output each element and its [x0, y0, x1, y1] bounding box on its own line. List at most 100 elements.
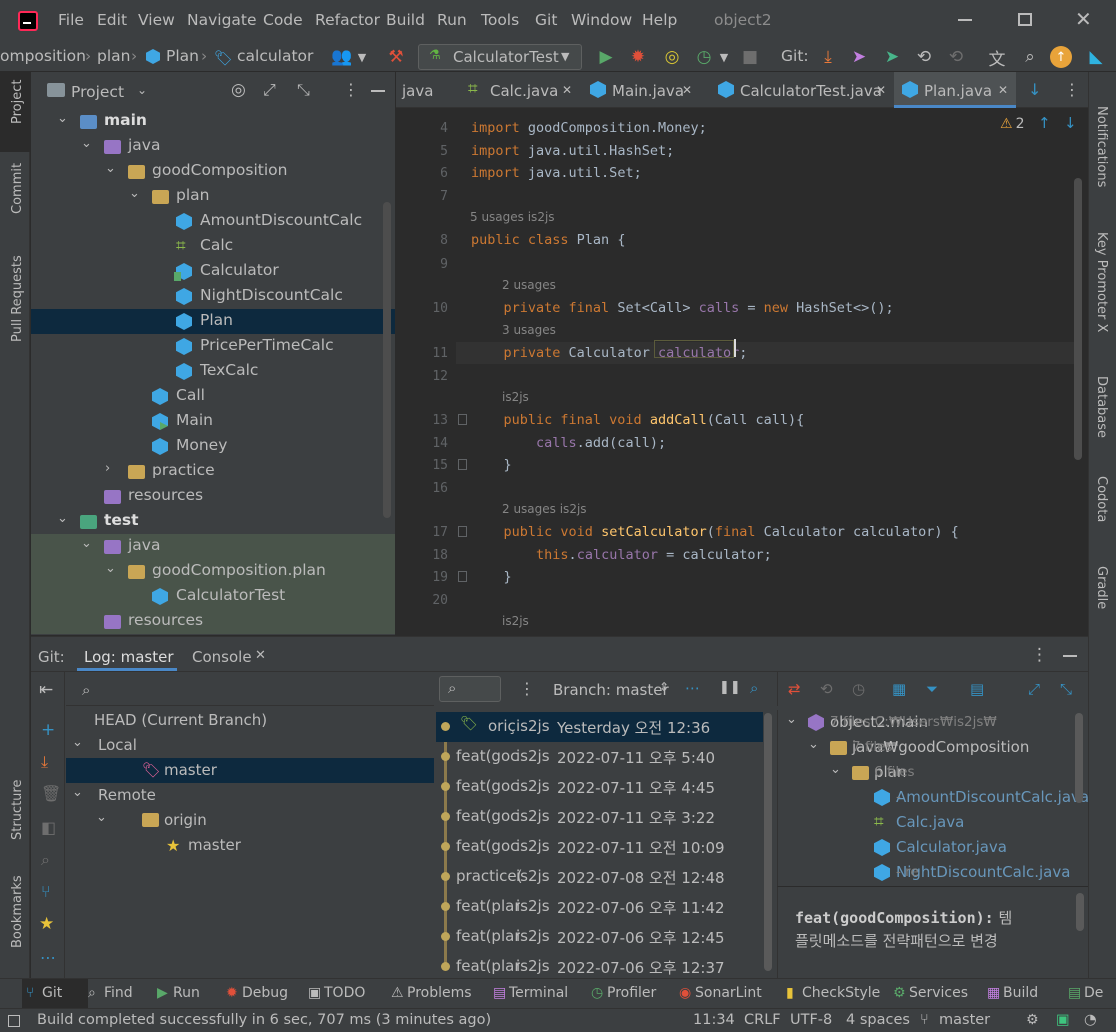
commit-row[interactable]: feat(goc is2js 2022-07-11 오전 10:09	[436, 832, 763, 862]
tree-item-practice[interactable]: › practice	[31, 459, 395, 484]
compare-icon[interactable]: ⇄	[788, 680, 801, 698]
menu-refactor[interactable]: Refactor	[315, 11, 380, 29]
code-editor[interactable]: 4 import goodComposition.Money; 5 import ja…	[396, 72, 1088, 635]
chevron-down-icon[interactable]: ⌄	[57, 511, 68, 526]
fetch-icon[interactable]: ⤓	[41, 752, 48, 772]
update-available-icon[interactable]: ↑	[1050, 46, 1072, 68]
inlay-hint[interactable]: 3 usages	[502, 323, 556, 337]
tab-log-master[interactable]: Log: master	[84, 648, 174, 666]
tab-calculatortest-java[interactable]: CalculatorTest.java ✕	[710, 72, 894, 108]
branch-filter[interactable]: Branch: master	[553, 681, 669, 699]
chevron-down-icon[interactable]: ⌄	[808, 737, 819, 752]
collapse-all-icon[interactable]: ⤡	[1060, 680, 1072, 698]
menu-help[interactable]: Help	[642, 11, 677, 29]
key-promoter-tool-label[interactable]: Key Promoter X	[1094, 232, 1109, 332]
code-line[interactable]: import goodComposition.Money;	[471, 120, 707, 136]
tree-item-test[interactable]: ⌄ test	[31, 509, 395, 534]
favorite-star-icon[interactable]: ★	[39, 914, 54, 934]
fold-icon[interactable]	[458, 571, 467, 582]
current-branch[interactable]: master	[939, 1012, 990, 1028]
search-icon[interactable]: ⌕	[82, 681, 90, 699]
tab-calc-java[interactable]: ⌗ Calc.java ✕	[460, 72, 580, 108]
breadcrumb-package[interactable]: omposition	[0, 47, 86, 65]
notifications-tool-label[interactable]: Notifications	[1094, 106, 1109, 187]
menu-code[interactable]: Code	[263, 11, 303, 29]
locate-icon[interactable]: ◎	[231, 80, 246, 100]
branch-item-master[interactable]: 🏷 master	[66, 758, 434, 783]
code-line[interactable]: import java.util.Set;	[471, 165, 642, 181]
file-encoding[interactable]: UTF-8	[790, 1012, 832, 1028]
inlay-hint[interactable]: 2 usages is2js	[502, 502, 587, 516]
options-icon[interactable]: ⋮	[519, 679, 535, 698]
breadcrumb-class[interactable]: Plan	[166, 47, 199, 65]
rollback-icon[interactable]: ⟲	[944, 45, 968, 69]
more-filters-icon[interactable]: ⋯	[685, 679, 700, 697]
menu-navigate[interactable]: Navigate	[187, 11, 257, 29]
changes-scrollbar[interactable]	[1075, 713, 1083, 803]
branch-item-local[interactable]: ⌄ Local	[66, 733, 434, 758]
expand-all-icon[interactable]: ⤢	[263, 80, 276, 100]
commit-row[interactable]: feat(plar is2js 2022-07-06 오후 11:42	[436, 892, 763, 922]
chevron-updown-icon[interactable]: ⇕	[659, 680, 669, 694]
coverage-icon[interactable]: ◎	[660, 45, 684, 69]
tree-item-plan[interactable]: Plan	[31, 309, 395, 334]
commit-row[interactable]: 🏷 oriç is2js Yesterday 오전 12:36	[436, 712, 763, 742]
intellij-logo-icon[interactable]	[18, 11, 38, 31]
fold-icon[interactable]	[458, 459, 467, 470]
bookmarks-tool-label[interactable]: Bookmarks	[10, 875, 25, 948]
menu-git[interactable]: Git	[535, 11, 557, 29]
chevron-down-icon[interactable]: ⌄	[105, 561, 116, 576]
close-icon[interactable]: ✕	[255, 648, 266, 663]
menu-file[interactable]: File	[58, 11, 84, 29]
notification-icon[interactable]: ◔	[1084, 1012, 1097, 1028]
commit-row[interactable]: feat(goc is2js 2022-07-11 오후 3:22	[436, 802, 763, 832]
branch-item-master[interactable]: ★ master	[66, 833, 434, 858]
chevron-down-icon[interactable]: ⌄	[137, 83, 147, 97]
changed-item[interactable]: AmountDiscountCalc.java -	[778, 785, 1088, 810]
tabs-dropdown-icon[interactable]: ↓	[1028, 80, 1041, 99]
chevron-down-icon[interactable]: ⌄	[786, 712, 797, 727]
tree-item-texcalc[interactable]: TexCalc	[31, 359, 395, 384]
menu-window[interactable]: Window	[571, 11, 632, 29]
run-config-selector[interactable]: ⚗ CalculatorTest ▼	[418, 44, 582, 70]
menu-tools[interactable]: Tools	[481, 11, 519, 29]
fold-icon[interactable]	[458, 414, 467, 425]
breadcrumb-field[interactable]: calculator	[237, 47, 313, 65]
code-line[interactable]: public final void addCall(Call call){	[471, 412, 805, 428]
bottom-tool-git[interactable]: ⑂ Git	[22, 979, 88, 1009]
tree-item-calculatortest[interactable]: CalculatorTest	[31, 584, 395, 609]
tree-item-resources[interactable]: resources	[31, 609, 395, 634]
chevron-down-icon[interactable]: ▼	[350, 45, 374, 69]
collapse-all-icon[interactable]: ⤡	[297, 80, 310, 100]
menu-run[interactable]: Run	[437, 11, 467, 29]
tree-item-java[interactable]: ⌄ java	[31, 534, 395, 559]
tree-item-goodcomposition-plan[interactable]: ⌄ goodComposition.plan	[31, 559, 395, 584]
code-area[interactable]: 4 import goodComposition.Money; 5 import ja…	[396, 108, 1088, 635]
tree-item-goodcomposition[interactable]: ⌄ goodComposition	[31, 159, 395, 184]
status-message[interactable]: Build completed successfully in 6 sec, 7…	[37, 1012, 491, 1028]
branch-item-remote[interactable]: ⌄ Remote	[66, 783, 434, 808]
code-line[interactable]: this.calculator = calculator;	[471, 547, 772, 563]
menu-view[interactable]: View	[138, 11, 175, 29]
close-icon[interactable]: ✕	[682, 83, 692, 97]
project-tree-scrollbar[interactable]	[383, 202, 391, 518]
branch-icon[interactable]: ⑂	[41, 882, 51, 901]
hide-panel-icon[interactable]	[1063, 655, 1077, 657]
build-hammer-icon[interactable]: ⚒	[384, 45, 408, 69]
new-branch-icon[interactable]: +	[41, 720, 55, 740]
revert-icon[interactable]: ⟲	[820, 680, 833, 698]
run-icon[interactable]: ▶	[594, 45, 618, 69]
fold-icon[interactable]	[458, 526, 467, 537]
changed-item[interactable]: NightDiscountCalc.java - re	[778, 860, 1088, 885]
translate-icon[interactable]: 文	[985, 45, 1009, 70]
delete-icon[interactable]: 🗑	[41, 784, 61, 803]
tree-item-money[interactable]: Money	[31, 434, 395, 459]
chevron-down-icon[interactable]: ⌄	[57, 111, 68, 126]
search-icon[interactable]: ⌕	[41, 850, 50, 870]
project-tool-label[interactable]: Project	[10, 80, 25, 124]
tree-item-amountdiscountcalc[interactable]: AmountDiscountCalc	[31, 209, 395, 234]
chevron-right-icon[interactable]: ›	[105, 461, 110, 476]
tab-console[interactable]: Console	[192, 648, 252, 666]
code-line[interactable]: }	[471, 457, 512, 473]
tree-item-calculator[interactable]: Calculator	[31, 259, 395, 284]
